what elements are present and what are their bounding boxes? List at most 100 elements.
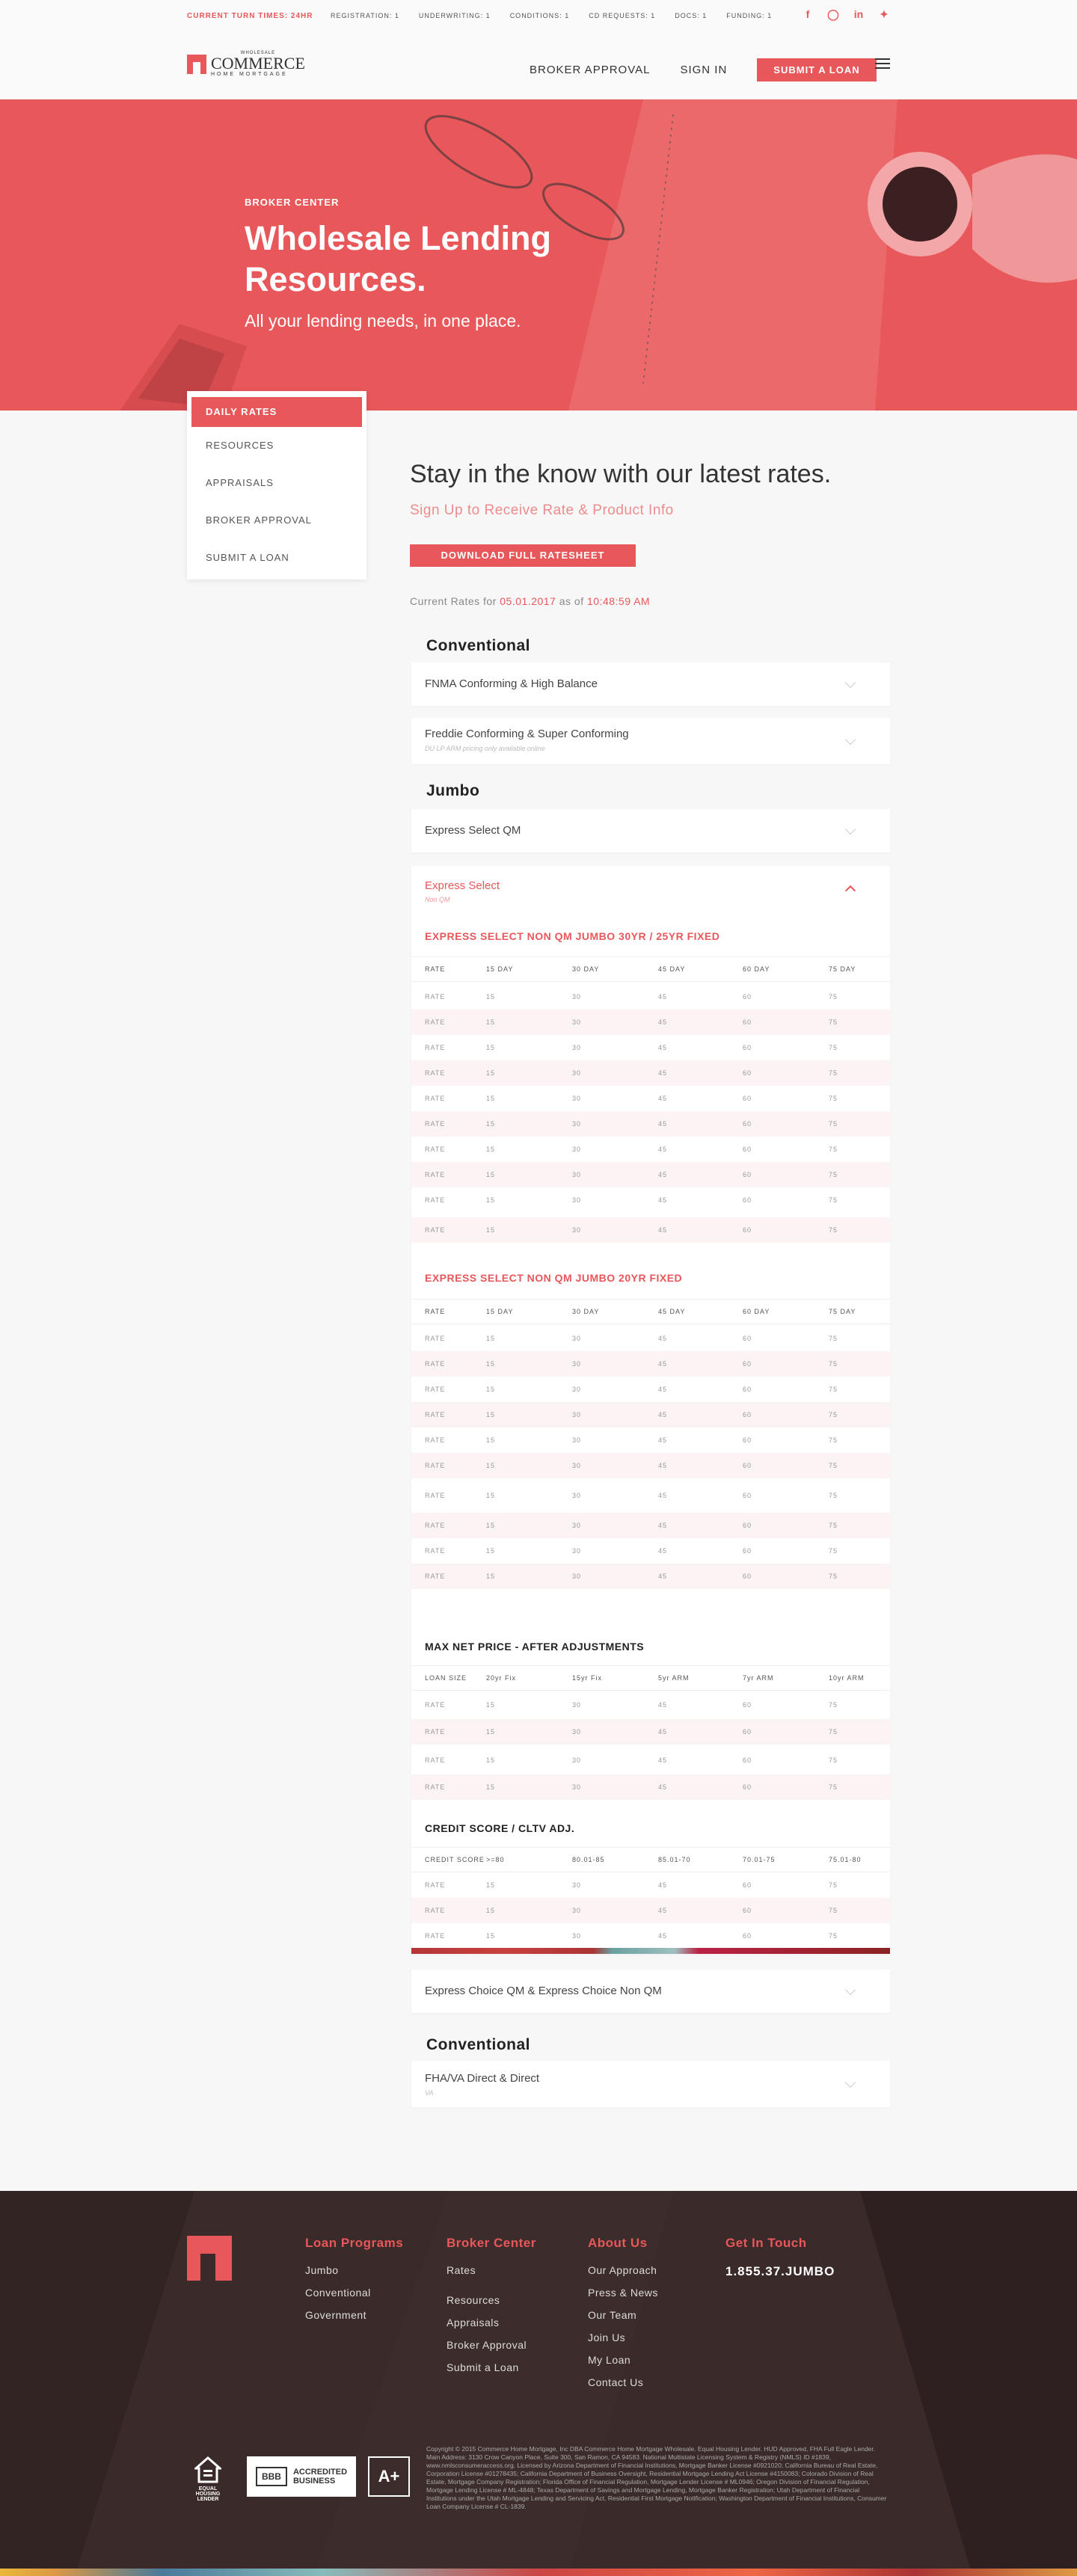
table-row: RATE 15 30 45 60 75	[411, 1483, 890, 1508]
accordion-express-select-qm[interactable]: Express Select QM	[411, 809, 890, 852]
table-row-cell: 75	[829, 1547, 838, 1555]
footer-link-our-team[interactable]: Our Team	[588, 2309, 658, 2321]
accordion-fnma[interactable]: FNMA Conforming & High Balance	[411, 663, 890, 706]
table-row: RATE 15 30 45 60 75	[411, 1187, 890, 1213]
instagram-icon[interactable]: ◯	[827, 8, 839, 21]
table-row-cell: RATE	[425, 1881, 446, 1889]
logo-mark-icon	[187, 54, 206, 74]
table-credit-header-row-cell: 85.01-70	[658, 1856, 691, 1863]
hero-subtitle: All your lending needs, in one place.	[245, 311, 521, 331]
current-rates-line: Current Rates for 05.01.2017 as of 10:48…	[410, 595, 650, 607]
table-row: RATE 15 30 45 60 75	[411, 1351, 890, 1377]
footer-link-join-us[interactable]: Join Us	[588, 2331, 658, 2343]
table-30yr-header-row-cell: 60 DAY	[743, 965, 770, 973]
twitter-icon[interactable]: ✦	[878, 8, 890, 21]
footer-link-contact[interactable]: Contact Us	[588, 2376, 658, 2388]
facebook-icon[interactable]: f	[802, 8, 814, 21]
table-row-cell: 15	[486, 1462, 496, 1469]
stat-docs: DOCS: 1	[675, 12, 708, 19]
sidebar-item-broker-approval[interactable]: BROKER APPROVAL	[187, 502, 366, 539]
main-nav: BROKER APPROVAL SIGN IN SUBMIT A LOAN	[530, 58, 877, 82]
table-row-cell: 60	[743, 1907, 752, 1914]
footer-link-broker-approval[interactable]: Broker Approval	[447, 2339, 536, 2351]
table-row-cell: 75	[829, 1335, 838, 1342]
table-row-cell: 60	[743, 1146, 752, 1153]
table-row-cell: 75	[829, 993, 838, 1000]
chevron-down-icon	[844, 677, 856, 689]
signup-link[interactable]: Sign Up to Receive Rate & Product Info	[410, 502, 674, 519]
table-row-cell: 60	[743, 1701, 752, 1709]
sidebar-item-resources[interactable]: RESOURCES	[187, 427, 366, 464]
table-row-cell: RATE	[425, 1492, 446, 1499]
table-row-cell: RATE	[425, 1462, 446, 1469]
footer-link-appraisals[interactable]: Appraisals	[447, 2317, 536, 2328]
footer-link-press[interactable]: Press & News	[588, 2287, 658, 2299]
table-row: RATE 15 30 45 60 75	[411, 1453, 890, 1478]
table-row-cell: 45	[658, 1436, 668, 1444]
broker-sidebar: DAILY RATES RESOURCES APPRAISALS BROKER …	[187, 391, 366, 580]
download-ratesheet-button[interactable]: DOWNLOAD FULL RATESHEET	[410, 544, 636, 567]
table-row-cell: 75	[829, 1881, 838, 1889]
table-row-cell: 30	[572, 1436, 582, 1444]
logo-home-mortgage: HOME MORTGAGE	[211, 72, 288, 77]
current-rates-as-of: as of	[559, 595, 584, 607]
menu-icon[interactable]	[875, 58, 890, 72]
table-row-cell: 30	[572, 1069, 582, 1077]
bbb-badge[interactable]: BBB ACCREDITED BUSINESS	[247, 2456, 356, 2497]
sidebar-item-submit-loan[interactable]: SUBMIT A LOAN	[187, 539, 366, 577]
footer-link-our-approach[interactable]: Our Approach	[588, 2264, 658, 2276]
footer-link-submit-loan[interactable]: Submit a Loan	[447, 2361, 536, 2373]
table-row: RATE 15 30 45 60 75	[411, 1137, 890, 1162]
sidebar-item-daily-rates[interactable]: DAILY RATES	[191, 397, 362, 427]
nav-broker-approval[interactable]: BROKER APPROVAL	[530, 64, 650, 76]
footer-link-jumbo[interactable]: Jumbo	[305, 2264, 403, 2276]
site-logo[interactable]: WHOLESALE COMMERCE HOME MORTGAGE	[187, 51, 305, 77]
footer-col-get-in-touch: Get In Touch 1.855.37.JUMBO	[725, 2236, 835, 2279]
table-row-cell: 75	[829, 1436, 838, 1444]
table-row-cell: 60	[743, 1226, 752, 1234]
table-row-cell: 60	[743, 1120, 752, 1128]
footer-link-government[interactable]: Government	[305, 2309, 403, 2321]
table-row-cell: 15	[486, 1120, 496, 1128]
table-30yr-header-row-cell: 15 DAY	[486, 965, 514, 973]
accordion-label: FHA/VA Direct & Direct	[425, 2072, 540, 2085]
table-row-cell: 15	[486, 1701, 496, 1709]
linkedin-icon[interactable]: in	[853, 8, 865, 21]
footer-link-my-loan[interactable]: My Loan	[588, 2354, 658, 2366]
table-row-cell: 45	[658, 1335, 668, 1342]
table-row: RATE 15 30 45 60 75	[411, 1111, 890, 1137]
table-row-cell: 75	[829, 1069, 838, 1077]
footer-col-about-us: About Us Our Approach Press & News Our T…	[588, 2236, 658, 2399]
nav-sign-in[interactable]: SIGN IN	[680, 64, 727, 76]
accordion-freddie[interactable]: Freddie Conforming & Super Conforming DU…	[411, 718, 890, 764]
footer-phone[interactable]: 1.855.37.JUMBO	[725, 2264, 835, 2279]
table-row-cell: 30	[572, 1171, 582, 1178]
table-30yr-header-row-cell: RATE	[425, 965, 446, 973]
table-row-cell: 30	[572, 1386, 582, 1393]
sidebar-item-appraisals[interactable]: APPRAISALS	[187, 464, 366, 502]
table-row: RATE 15 30 45 60 75	[411, 1513, 890, 1538]
accordion-fha-va[interactable]: FHA/VA Direct & Direct VA	[411, 2061, 890, 2107]
table-row-cell: 45	[658, 1069, 668, 1077]
accordion-label: Express Select QM	[425, 824, 521, 837]
chevron-up-icon[interactable]	[844, 885, 856, 897]
table-row-cell: 45	[658, 1756, 668, 1764]
table-row-cell: RATE	[425, 1436, 446, 1444]
footer-link-resources[interactable]: Resources	[447, 2294, 536, 2306]
table-20yr-header-row-cell: 15 DAY	[486, 1308, 514, 1315]
accordion-label: Freddie Conforming & Super Conforming	[425, 728, 629, 740]
footer-link-rates[interactable]: Rates	[447, 2264, 536, 2276]
bbb-accredited: ACCREDITED	[292, 2468, 348, 2477]
table-max-net-header-row: LOAN SIZE 20yr Fix 15yr Fix 5yr ARM 7yr ARM 1…	[411, 1665, 890, 1691]
chevron-down-icon	[844, 2077, 856, 2088]
table-row-cell: RATE	[425, 1171, 446, 1178]
turn-times: CURRENT TURN TIMES: 24HR	[187, 12, 313, 20]
footer-logo-icon[interactable]	[187, 2236, 232, 2281]
accordion-label[interactable]: Express Select	[425, 879, 500, 892]
stat-conditions: CONDITIONS: 1	[509, 12, 570, 19]
stat-registration: REGISTRATION: 1	[331, 12, 399, 19]
accordion-express-choice[interactable]: Express Choice QM & Express Choice Non Q…	[411, 1970, 890, 2013]
table-20yr-header-row: RATE 15 DAY 30 DAY 45 DAY 60 DAY 75 DAY	[411, 1299, 890, 1324]
footer-link-conventional[interactable]: Conventional	[305, 2287, 403, 2299]
submit-loan-button[interactable]: SUBMIT A LOAN	[757, 58, 877, 82]
